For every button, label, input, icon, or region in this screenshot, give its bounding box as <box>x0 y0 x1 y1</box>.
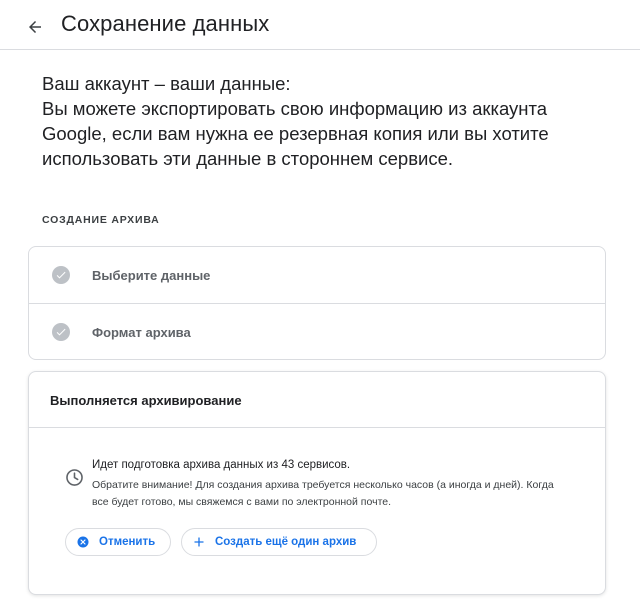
step-select-data[interactable]: Выберите данные <box>29 247 605 303</box>
clock-icon <box>66 469 83 486</box>
step-label: Формат архива <box>92 324 191 340</box>
step-archive-format[interactable]: Формат архива <box>29 304 605 360</box>
cancel-button[interactable]: Отменить <box>65 528 171 556</box>
archive-status-text: Идет подготовка архива данных из 43 серв… <box>92 459 351 471</box>
create-another-archive-button[interactable]: Создать ещё один архив <box>181 528 377 556</box>
check-circle-icon <box>52 266 70 284</box>
arrow-back-icon <box>29 21 41 33</box>
divider <box>29 427 605 428</box>
plus-icon <box>194 537 204 547</box>
step-label: Выберите данные <box>92 267 211 283</box>
cancel-icon <box>77 536 89 548</box>
archive-status-note: Обратите внимание! Для создания архива т… <box>92 479 554 508</box>
create-another-archive-label: Создать ещё один архив <box>215 536 357 548</box>
check-circle-icon <box>52 323 70 341</box>
page-title: Сохранение данных <box>61 11 270 36</box>
intro-text: Ваш аккаунт – ваши данные: Вы можете экс… <box>42 71 612 171</box>
progress-title: Выполняется архивирование <box>50 393 242 408</box>
cancel-button-label: Отменить <box>99 536 156 548</box>
back-button[interactable] <box>22 14 48 40</box>
archive-steps-card: Выберите данные Формат архива <box>28 246 606 360</box>
intro-description: Вы можете экспортировать свою информацию… <box>42 98 549 169</box>
top-bar: Сохранение данных <box>0 0 640 50</box>
intro-headline: Ваш аккаунт – ваши данные: <box>42 73 291 94</box>
section-label: СОЗДАНИЕ АРХИВА <box>42 214 160 226</box>
archiving-progress-card: Выполняется архивирование Идет подготовк… <box>28 371 606 595</box>
